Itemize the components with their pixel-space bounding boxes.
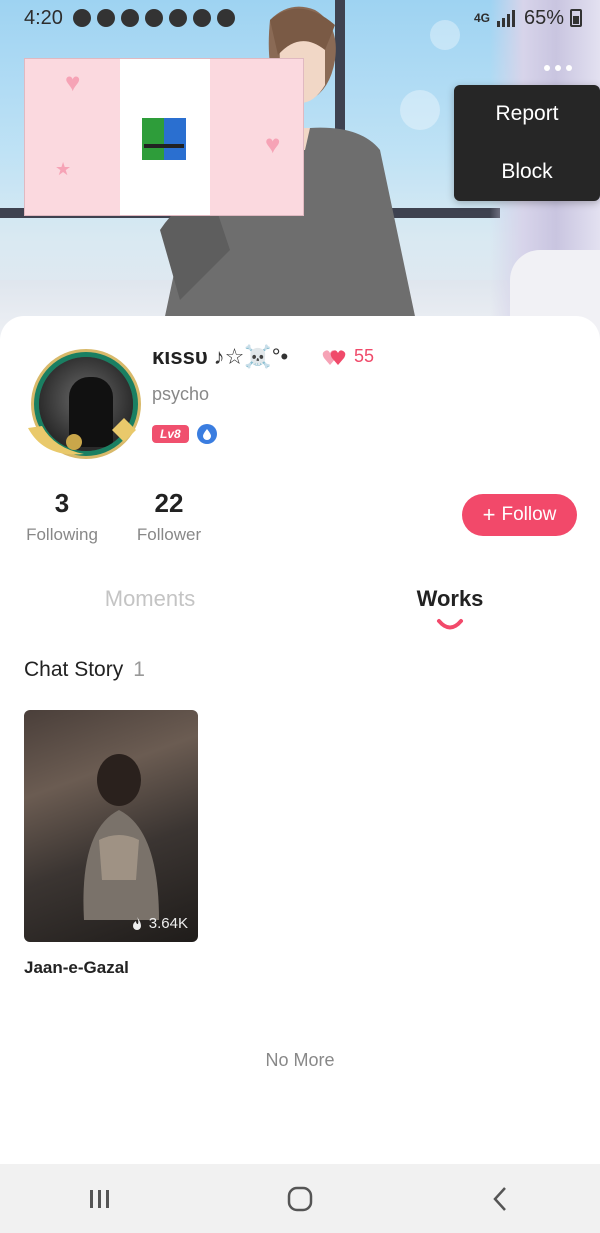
story-cover-image	[83, 754, 159, 920]
status-right: 4G 65%	[474, 7, 582, 30]
droplet-icon	[202, 429, 211, 440]
avatar-frame-decoration	[28, 418, 136, 455]
story-card[interactable]: 3.64K	[24, 710, 198, 942]
app-notification-icon	[192, 9, 211, 27]
play-icon	[216, 9, 235, 27]
story-views: 3.64K	[129, 915, 188, 932]
username-text: ĸιѕѕυ	[152, 344, 208, 369]
follower-label: Follower	[136, 525, 202, 544]
star-decoration-icon: ★	[55, 159, 72, 179]
chat-story-section-title: Chat Story 1	[24, 658, 145, 682]
no-more-label: No More	[265, 1050, 335, 1070]
play-icon	[72, 9, 91, 27]
home-icon	[287, 1186, 313, 1211]
recent-apps-button[interactable]	[70, 1179, 130, 1219]
sync-icon	[144, 9, 163, 27]
plus-icon: +	[482, 502, 496, 527]
profile-username: ĸιѕѕυ ♪☆☠️°•	[152, 344, 288, 370]
section-count: 1	[133, 658, 145, 681]
recent-apps-icon	[90, 1189, 109, 1208]
app-notification-icon	[96, 9, 115, 27]
stat-follower[interactable]: 22 Follower	[132, 488, 206, 545]
more-options-button[interactable]	[538, 56, 578, 80]
avatar[interactable]	[24, 348, 148, 460]
profile-badges: Lv8	[152, 424, 217, 444]
heart-decoration-icon: ♥	[265, 129, 281, 159]
home-button[interactable]	[270, 1179, 330, 1219]
likes-count: 55	[354, 346, 375, 366]
options-menu: Report Block	[454, 85, 600, 201]
menu-item-block[interactable]: Block	[454, 143, 600, 201]
story-views-count: 3.64K	[148, 915, 188, 932]
notification-icons	[72, 9, 235, 27]
tab-works[interactable]: Works	[350, 586, 550, 612]
book-icon	[142, 118, 186, 160]
battery-percent: 65%	[523, 6, 564, 29]
active-tab-indicator	[437, 619, 463, 630]
back-icon	[493, 1186, 506, 1211]
menu-item-report[interactable]: Report	[454, 85, 600, 143]
stat-following[interactable]: 3 Following	[20, 488, 104, 545]
profile-bio: psycho	[152, 384, 210, 404]
hearts-icon	[322, 349, 346, 365]
app-notification-icon	[120, 9, 139, 27]
app-notification-icon	[168, 9, 187, 27]
back-button[interactable]	[470, 1179, 530, 1219]
follow-label: Follow	[501, 504, 557, 525]
following-count: 3	[54, 488, 70, 518]
system-navbar	[0, 1164, 600, 1233]
pip-thumbnail[interactable]: ♥ ♥ ★	[24, 58, 304, 216]
status-time: 4:20	[24, 6, 63, 29]
status-bar: 4:20 4G 65%	[0, 0, 600, 36]
dot-icon	[566, 65, 572, 71]
follower-count: 22	[154, 488, 184, 518]
story-title[interactable]: Jaan-e-Gazal	[24, 958, 129, 978]
follow-button[interactable]: + Follow	[462, 494, 577, 536]
dot-icon	[544, 65, 550, 71]
following-label: Following	[26, 525, 98, 544]
tab-moments[interactable]: Moments	[50, 586, 250, 612]
heart-decoration-icon: ♥	[65, 67, 81, 97]
level-badge: Lv8	[152, 425, 189, 443]
dot-icon	[555, 65, 561, 71]
flame-icon	[132, 916, 141, 930]
likes-counter: 55	[322, 346, 374, 367]
battery-icon	[570, 9, 582, 27]
network-label: 4G	[473, 11, 490, 25]
section-title-text: Chat Story	[24, 658, 124, 681]
verified-badge-icon	[196, 424, 217, 444]
username-decoration: ♪☆☠️°•	[213, 344, 289, 369]
signal-icon	[496, 10, 515, 27]
